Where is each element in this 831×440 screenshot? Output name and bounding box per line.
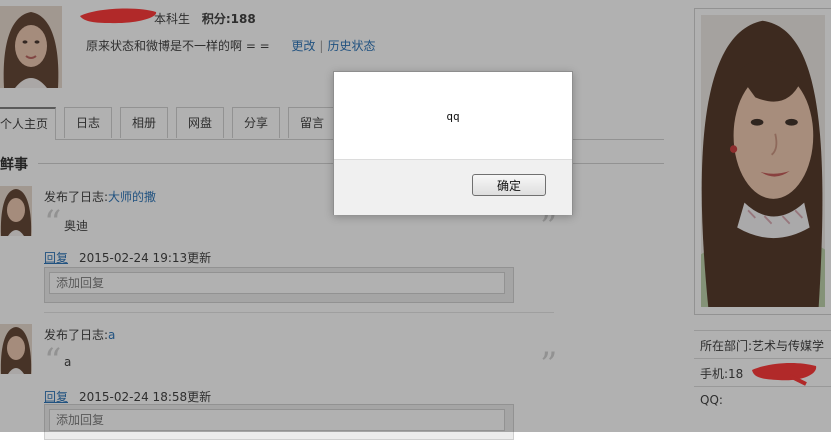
- alert-message: qq: [446, 110, 460, 123]
- alert-dialog: qq 确定: [333, 71, 573, 215]
- modal-overlay: [0, 0, 831, 432]
- profile-page: 本科生 积分:188 原来状态和微博是不一样的啊 = = 更改 | 历史状态 个人主…: [0, 0, 831, 440]
- alert-body: qq: [334, 72, 572, 159]
- ok-button[interactable]: 确定: [472, 174, 546, 196]
- alert-footer: 确定: [334, 159, 572, 215]
